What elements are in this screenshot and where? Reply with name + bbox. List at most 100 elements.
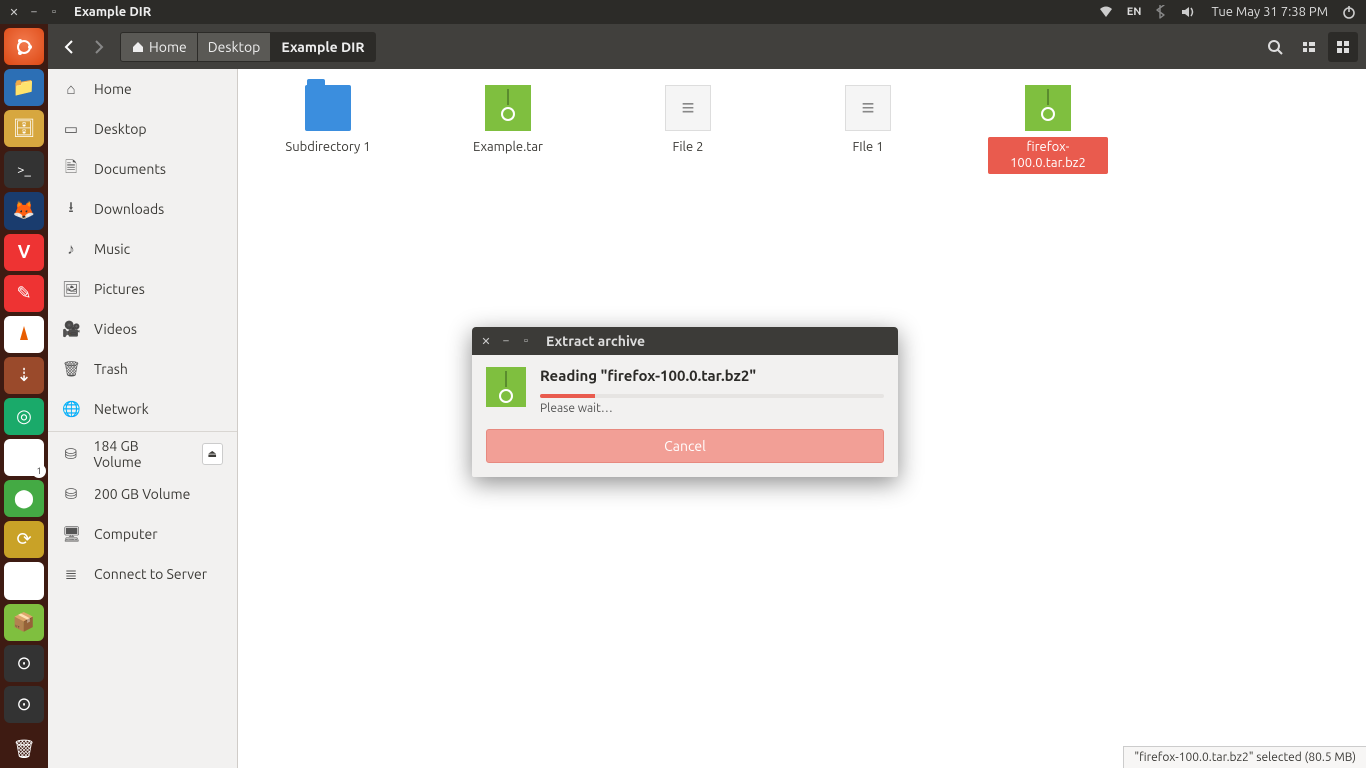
sidebar-item-label: Music [94, 241, 130, 257]
view-list-button[interactable] [1294, 32, 1324, 62]
dialog-titlebar[interactable]: ✕ – ▫ Extract archive [472, 327, 898, 355]
music-icon: ♪ [62, 240, 80, 258]
search-button[interactable] [1260, 32, 1290, 62]
file-label: firefox-100.0.tar.bz2 [988, 137, 1108, 174]
close-icon[interactable]: ✕ [476, 335, 496, 348]
sidebar-item-computer[interactable]: 🖥 Computer [48, 514, 237, 554]
launcher-vivaldi[interactable]: V [4, 234, 44, 271]
sidebar-item-videos[interactable]: 🎥 Videos [48, 309, 237, 349]
textfile-icon [845, 85, 891, 131]
launcher-item[interactable]: ⊙ [4, 686, 44, 723]
launcher-dash[interactable] [4, 28, 44, 65]
sidebar-item-label: Pictures [94, 281, 145, 297]
unity-launcher: 📁 🗄 >_ 🦊 V ✎ ⇣ ◎ 🛍1 ⬤ ⟳ S 📦 ⊙ ⊙ 🗑 [0, 24, 48, 768]
computer-icon: 🖥 [62, 525, 80, 543]
sidebar-item-label: 184 GB Volume [94, 438, 188, 470]
dialog-wait-text: Please wait… [540, 402, 884, 415]
file-item[interactable]: Example.tar [448, 85, 568, 157]
volume-icon[interactable] [1181, 6, 1197, 18]
close-icon[interactable]: ✕ [4, 6, 24, 19]
cancel-button[interactable]: Cancel [486, 429, 884, 463]
sidebar-item-connect-to-server[interactable]: ≣ Connect to Server [48, 554, 237, 594]
launcher-item[interactable]: ⟳ [4, 521, 44, 558]
file-manager-toolbar: Home Desktop Example DIR [48, 24, 1366, 69]
maximize-icon[interactable]: ▫ [516, 335, 536, 348]
file-label: Example.tar [448, 137, 568, 157]
sidebar-item-downloads[interactable]: ⭳Downloads [48, 189, 237, 229]
archive-icon [1025, 85, 1071, 131]
server-icon: ≣ [62, 565, 80, 583]
power-icon[interactable] [1342, 5, 1356, 19]
maximize-icon[interactable]: ▫ [44, 6, 64, 18]
launcher-item[interactable]: ⊙ [4, 645, 44, 682]
sidebar-item-label: Network [94, 401, 149, 417]
wifi-icon[interactable] [1099, 6, 1113, 18]
sidebar-item-trash[interactable]: 🗑 Trash [48, 349, 237, 389]
launcher-trash[interactable]: 🗑 [4, 731, 44, 768]
progress-bar [540, 394, 884, 398]
breadcrumb: Home Desktop Example DIR [120, 32, 376, 62]
trash-icon: 🗑 [62, 360, 80, 378]
sidebar-item-184-gb-volume[interactable]: ⛁ 184 GB Volume ⏏ [48, 434, 237, 474]
launcher-files[interactable]: 🗄 [4, 110, 44, 147]
breadcrumb-home[interactable]: Home [120, 32, 198, 62]
videos-icon: 🎥 [62, 320, 80, 338]
language-indicator[interactable]: EN [1127, 6, 1142, 18]
breadcrumb-desktop[interactable]: Desktop [198, 32, 272, 62]
launcher-archive-manager[interactable]: 📦 [4, 604, 44, 641]
launcher-software[interactable]: 🛍1 [4, 439, 44, 476]
sidebar-item-label: Trash [94, 361, 128, 377]
home-icon [131, 40, 145, 54]
breadcrumb-label: Example DIR [281, 39, 364, 55]
file-label: Subdirectory 1 [268, 137, 388, 157]
sidebar-item-home[interactable]: ⌂Home [48, 69, 237, 109]
sidebar-item-network[interactable]: 🌐Network [48, 389, 237, 429]
launcher-item[interactable]: ✎ [4, 275, 44, 312]
eject-button[interactable]: ⏏ [202, 443, 224, 465]
sidebar-item-label: Connect to Server [94, 566, 207, 582]
launcher-shutter[interactable]: ◎ [4, 398, 44, 435]
sidebar-item-label: Home [94, 81, 132, 97]
minimize-icon[interactable]: – [24, 6, 44, 18]
window-controls: ✕ – ▫ [0, 6, 64, 19]
sidebar-item-music[interactable]: ♪ Music [48, 229, 237, 269]
top-panel: ✕ – ▫ Example DIR EN Tue May 31 7:38 PM [0, 0, 1366, 24]
sidebar-item-documents[interactable]: 🗎Documents [48, 149, 237, 189]
file-item[interactable]: File 2 [628, 85, 748, 157]
dialog-message: Reading "firefox-100.0.tar.bz2" [540, 367, 884, 384]
breadcrumb-current[interactable]: Example DIR [271, 32, 375, 62]
bluetooth-icon[interactable] [1155, 5, 1167, 19]
folder-icon [305, 85, 351, 131]
places-sidebar: ⌂Home▭Desktop🗎Documents⭳Downloads ♪ Music 🖼… [48, 69, 238, 768]
forward-button[interactable] [84, 33, 112, 61]
sidebar-item-label: Computer [94, 526, 158, 542]
view-grid-button[interactable] [1328, 32, 1358, 62]
sidebar-item-pictures[interactable]: 🖼 Pictures [48, 269, 237, 309]
launcher-terminal[interactable]: >_ [4, 151, 44, 188]
sidebar-item-label: Documents [94, 161, 166, 177]
download-icon: ⭳ [62, 197, 80, 222]
sidebar-item-200-gb-volume[interactable]: ⛁200 GB Volume [48, 474, 237, 514]
sidebar-item-desktop[interactable]: ▭Desktop [48, 109, 237, 149]
extract-archive-dialog: ✕ – ▫ Extract archive Reading "firefox-1… [472, 327, 898, 477]
minimize-icon[interactable]: – [496, 335, 516, 348]
launcher-transmission[interactable]: ⇣ [4, 357, 44, 394]
archive-icon [486, 367, 526, 407]
file-label: File 2 [628, 137, 748, 157]
pictures-icon: 🖼 [62, 280, 80, 298]
file-item[interactable]: firefox-100.0.tar.bz2 [988, 85, 1108, 174]
window-title: Example DIR [74, 5, 151, 19]
launcher-vlc[interactable] [4, 316, 44, 353]
breadcrumb-label: Desktop [208, 39, 261, 55]
launcher-firefox[interactable]: 🦊 [4, 192, 44, 229]
launcher-item[interactable]: 📁 [4, 69, 44, 106]
clock[interactable]: Tue May 31 7:38 PM [1211, 5, 1328, 19]
hdd-icon: ⛁ [62, 445, 80, 463]
back-button[interactable] [56, 33, 84, 61]
launcher-item[interactable]: ⬤ [4, 480, 44, 517]
textfile-icon [665, 85, 711, 131]
launcher-item[interactable]: S [4, 562, 44, 599]
sidebar-item-label: Videos [94, 321, 137, 337]
file-item[interactable]: FIle 1 [808, 85, 928, 157]
file-item[interactable]: Subdirectory 1 [268, 85, 388, 157]
